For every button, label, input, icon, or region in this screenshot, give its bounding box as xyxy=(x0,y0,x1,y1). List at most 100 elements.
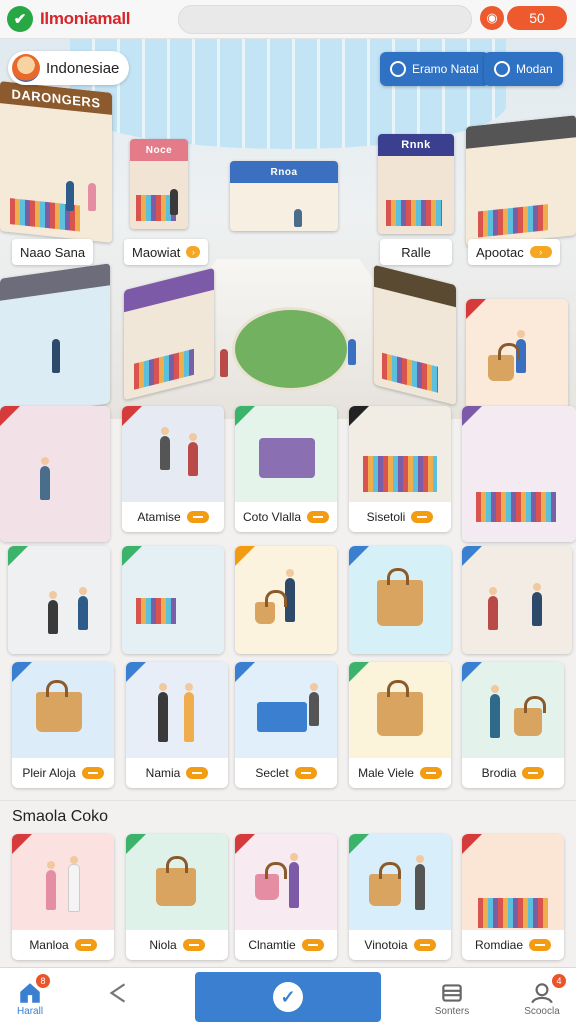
product-card[interactable]: Brodia xyxy=(462,662,564,788)
section-card[interactable]: Vinotoia xyxy=(349,834,451,960)
bottom-navigation: Harall 8 ✓ Sonters Scoocla 4 xyxy=(0,967,576,1025)
section-card[interactable]: Romdiae xyxy=(462,834,564,960)
product-card[interactable]: Pleir Aloja xyxy=(12,662,114,788)
mall-hero-illustration: Noce Rnoa Rnnk DARONGERS Naao Sana Maowi… xyxy=(0,39,576,419)
shopper-figure xyxy=(348,339,356,365)
nav-sorters-label: Sonters xyxy=(434,1006,470,1017)
tag-icon xyxy=(419,767,442,779)
product-card[interactable]: Coto Vlalla xyxy=(235,406,337,532)
record-button[interactable]: ◉ xyxy=(480,6,504,30)
shopper-figure xyxy=(490,685,500,738)
product-card[interactable] xyxy=(462,546,572,654)
card-label-row: Atamise xyxy=(126,506,220,528)
card-label-row: Brodia xyxy=(466,762,560,784)
product-card[interactable] xyxy=(462,406,576,542)
product-card[interactable] xyxy=(235,546,337,654)
store-label[interactable]: Apootac › xyxy=(468,239,560,265)
store-label-text: Naao Sana xyxy=(20,244,86,260)
shopper-figure xyxy=(289,853,299,908)
tag-icon xyxy=(522,767,545,779)
corner-ribbon xyxy=(349,406,369,426)
card-label: Vinotoia xyxy=(364,938,408,952)
product-card[interactable] xyxy=(349,546,451,654)
corner-ribbon xyxy=(122,546,142,566)
shopping-bag-icon xyxy=(377,680,423,736)
nav-sorters[interactable]: Sonters xyxy=(422,972,482,1022)
count-pill-button[interactable]: 50 xyxy=(507,6,567,30)
store-label[interactable]: Ralle xyxy=(380,239,452,265)
tag-icon xyxy=(301,939,324,951)
card-label: Brodia xyxy=(481,766,517,780)
product-card[interactable]: Namia xyxy=(126,662,228,788)
header-primary-label: Eramo Natal xyxy=(412,62,479,76)
corner-ribbon xyxy=(462,546,482,566)
refresh-icon xyxy=(494,61,510,77)
nav-share[interactable] xyxy=(88,972,148,1022)
shopping-bag-icon xyxy=(36,680,82,732)
card-label: Male Viele xyxy=(358,766,414,780)
app-logo-check-icon[interactable]: ✔ xyxy=(7,6,33,32)
shop-far-left: Noce xyxy=(130,139,188,229)
header-secondary-button[interactable]: Modan xyxy=(484,52,563,86)
shopper-figure xyxy=(220,349,228,377)
header-secondary-label: Modan xyxy=(516,62,553,76)
product-card[interactable] xyxy=(122,546,224,654)
tag-icon xyxy=(186,767,209,779)
tag-icon xyxy=(529,939,552,951)
product-card[interactable] xyxy=(0,406,110,542)
card-label: Coto Vlalla xyxy=(242,510,302,524)
center-action-button[interactable]: ✓ xyxy=(195,972,381,1022)
header-primary-button[interactable]: Eramo Natal xyxy=(380,52,489,86)
product-card[interactable]: Sisetoli xyxy=(349,406,451,532)
check-icon: ✓ xyxy=(273,982,303,1012)
shopper-figure xyxy=(68,856,80,912)
card-label-row: Pleir Aloja xyxy=(16,762,110,784)
product-card[interactable]: Male Viele xyxy=(349,662,451,788)
shop-mid-left xyxy=(124,267,214,401)
corner-ribbon xyxy=(235,834,255,854)
tag-icon xyxy=(74,939,97,951)
section-title: Smaola Coko xyxy=(12,808,109,825)
section-card[interactable]: Manloa xyxy=(12,834,114,960)
shop-sign xyxy=(124,267,214,313)
card-label-row: Niola xyxy=(130,934,224,956)
section-divider xyxy=(0,800,576,801)
card-label-row: Male Viele xyxy=(353,762,447,784)
corner-ribbon xyxy=(235,546,255,566)
nav-profile-label: Scoocla xyxy=(524,1006,560,1017)
tag-icon xyxy=(307,511,330,523)
shopper-figure xyxy=(66,181,74,211)
clothes-rack xyxy=(382,352,438,393)
shopping-bag-icon xyxy=(369,862,401,906)
corner-ribbon xyxy=(122,406,142,426)
brand-chip[interactable]: Indonesiae xyxy=(8,51,130,85)
list-icon xyxy=(442,984,462,1002)
shopping-bag-icon xyxy=(488,343,520,381)
card-label-row: Coto Vlalla xyxy=(239,506,333,528)
nav-profile[interactable]: Scoocla 4 xyxy=(512,972,572,1022)
nav-home[interactable]: Harall 8 xyxy=(0,972,60,1022)
card-label: Pleir Aloja xyxy=(22,766,76,780)
product-card[interactable]: Atamise xyxy=(122,406,224,532)
section-card[interactable]: Niola xyxy=(126,834,228,960)
clothes-rack xyxy=(134,348,194,390)
record-icon: ◉ xyxy=(486,10,498,25)
shopping-bag-icon xyxy=(255,590,287,624)
store-label[interactable]: Naao Sana xyxy=(12,239,94,265)
product-card[interactable]: Seclet xyxy=(235,662,337,788)
tag-icon xyxy=(411,511,434,523)
section-card[interactable]: Clnamtie xyxy=(235,834,337,960)
search-input[interactable] xyxy=(178,5,472,34)
card-label-row: Vinotoia xyxy=(353,934,447,956)
product-card[interactable] xyxy=(8,546,110,654)
card-label-row: Sisetoli xyxy=(353,506,447,528)
nav-home-label: Harall xyxy=(16,1006,44,1017)
shopper-figure xyxy=(309,683,319,726)
shop-sign: Rnoa xyxy=(230,161,338,183)
store-label[interactable]: Maowiat › xyxy=(124,239,209,265)
shop-right-main xyxy=(466,115,576,247)
card-label: Atamise xyxy=(137,510,181,524)
shopper-figure xyxy=(294,209,302,227)
card-label: Niola xyxy=(149,938,177,952)
promo-card-shopper[interactable] xyxy=(466,299,568,409)
